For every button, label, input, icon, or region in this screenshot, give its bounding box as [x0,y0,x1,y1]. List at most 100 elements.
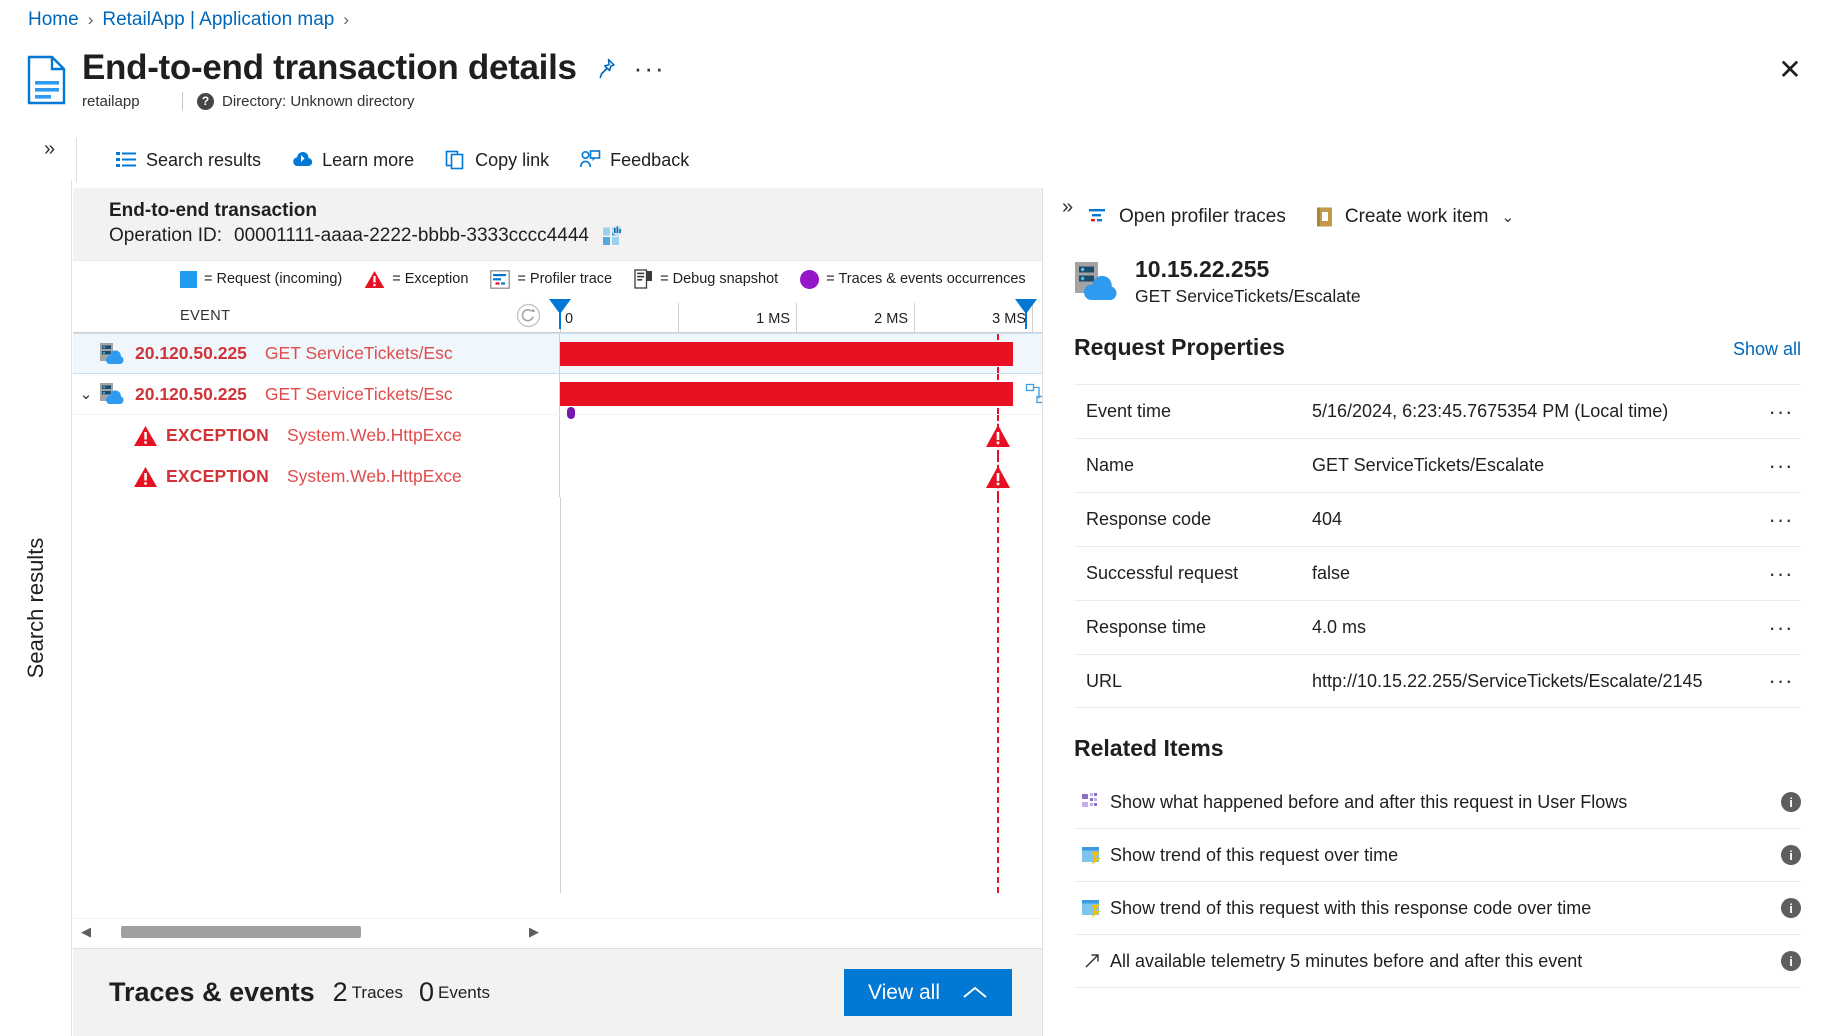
property-value: 4.0 ms [1312,617,1761,638]
scroll-left-arrow[interactable]: ◀ [73,924,99,940]
axis-tick-1ms: 1 MS [678,303,796,333]
details-entity-header: 10.15.22.255 GET ServiceTickets/Escalate [1074,256,1361,307]
reset-zoom-icon[interactable] [516,303,541,333]
search-results-side-tab[interactable]: Search results [0,180,72,1036]
operation-id-label: Operation ID: [109,225,222,247]
document-icon [26,55,70,105]
table-row: URL http://10.15.22.255/ServiceTickets/E… [1074,654,1801,708]
row-menu-button[interactable]: ··· [1761,399,1801,425]
expand-left-panel-button[interactable]: » [44,138,55,161]
details-pane: » Open profiler traces Create work item [1044,188,1829,1036]
info-icon[interactable]: i [1781,792,1801,812]
row-name: 20.120.50.225 [135,343,247,364]
info-icon[interactable]: i [1781,951,1801,971]
row-menu-button[interactable]: ··· [1761,615,1801,641]
row-menu-button[interactable]: ··· [1761,668,1801,694]
show-all-link[interactable]: Show all [1733,339,1801,360]
server-cloud-icon [1074,261,1119,303]
legend-item-snapshot: = Debug snapshot [634,269,778,289]
legend-label-request: = Request (incoming) [204,271,342,287]
list-item[interactable]: Show trend of this request over time i [1074,829,1801,882]
open-profiler-traces-button[interactable]: Open profiler traces [1088,206,1286,228]
table-row: Name GET ServiceTickets/Escalate ··· [1074,438,1801,492]
expand-details-button[interactable]: » [1062,196,1073,219]
horizontal-scrollbar[interactable]: ◀ ▶ [73,918,1042,944]
view-all-button[interactable]: View all [844,969,1012,1016]
related-item-label[interactable]: Show trend of this request over time [1110,845,1398,866]
details-entity-subtitle: GET ServiceTickets/Escalate [1135,286,1361,307]
chevron-up-icon [962,985,988,1001]
debug-snapshot-icon [634,269,653,289]
exception-marker-icon[interactable] [985,424,1011,448]
table-row[interactable]: EXCEPTION System.Web.HttpExce [73,415,1042,456]
more-options-button[interactable]: ··· [635,53,665,83]
info-icon[interactable]: i [1781,845,1801,865]
scrollbar-thumb[interactable] [121,926,361,938]
table-row: Response time 4.0 ms ··· [1074,600,1801,654]
related-item-label[interactable]: Show trend of this request with this res… [1110,898,1591,919]
copy-link-button[interactable]: Copy link [444,149,549,171]
exception-warning-icon [364,270,385,289]
table-row[interactable]: EXCEPTION System.Web.HttpExce [73,456,1042,497]
row-operation: GET ServiceTickets/Esc [265,343,453,364]
debug-snapshot-icon[interactable] [1025,383,1043,405]
row-menu-button[interactable]: ··· [1761,507,1801,533]
server-cloud-icon [99,382,125,406]
legend-label-profiler: = Profiler trace [517,271,612,287]
breadcrumb-item-application-map[interactable]: RetailApp | Application map [102,8,334,32]
exception-marker-icon[interactable] [985,465,1011,489]
legend-label-exception: = Exception [392,271,468,287]
property-key: Event time [1074,401,1312,422]
duration-bar[interactable] [560,382,1013,406]
pin-button[interactable] [591,53,621,83]
info-icon[interactable]: i [1781,898,1801,918]
view-all-label: View all [868,981,940,1005]
property-value: 404 [1312,509,1761,530]
legend-item-exception: = Exception [364,270,468,289]
create-work-item-button[interactable]: Create work item ⌄ [1314,206,1514,228]
breadcrumb-separator-2: › [343,8,349,32]
row-lane [560,415,1042,456]
blue-square-icon [180,271,197,288]
app-name-label: retailapp [82,93,182,110]
list-item[interactable]: Show what happened before and after this… [1074,776,1801,829]
events-count: 0 [419,977,434,1008]
related-item-label[interactable]: All available telemetry 5 minutes before… [1110,951,1582,972]
row-expander[interactable]: ⌄ [73,385,99,403]
breadcrumb-separator: › [88,8,94,32]
help-icon[interactable]: ? [197,93,214,110]
cloud-learn-icon [291,149,313,171]
scrollbar-track[interactable] [99,926,1042,938]
learn-more-button[interactable]: Learn more [291,149,414,171]
profiler-trace-icon [490,270,510,289]
timeline-range-end-marker[interactable] [1015,299,1037,314]
feedback-button[interactable]: Feedback [579,149,689,171]
list-item[interactable]: All available telemetry 5 minutes before… [1074,935,1801,988]
timeline-range-start-marker[interactable] [549,299,571,314]
related-item-label[interactable]: Show what happened before and after this… [1110,792,1627,813]
duration-bar[interactable] [560,342,1013,366]
related-items-header: Related Items [1074,735,1801,762]
table-row[interactable]: ⌄ 20.120.50.225 GET ServiceTickets/Esc [73,374,1042,415]
table-row[interactable]: 20.120.50.225 GET ServiceTickets/Esc [73,333,1042,374]
row-menu-button[interactable]: ··· [1761,453,1801,479]
row-menu-button[interactable]: ··· [1761,561,1801,587]
app-insights-icon[interactable] [601,225,623,247]
property-value: GET ServiceTickets/Escalate [1312,455,1761,476]
chevron-down-icon[interactable]: ⌄ [1501,208,1514,226]
legend-item-request: = Request (incoming) [180,271,342,288]
breadcrumb-item-home[interactable]: Home [28,8,79,32]
list-item[interactable]: Show trend of this request with this res… [1074,882,1801,935]
breadcrumb: Home › RetailApp | Application map › [28,8,349,32]
traces-and-events-footer: Traces & events 2 Traces 0 Events View a… [73,948,1042,1036]
timeline-axis: 0 1 MS 2 MS 3 MS [560,297,1042,333]
scroll-right-arrow[interactable]: ▶ [521,924,547,940]
close-button[interactable]: ✕ [1773,52,1807,86]
copy-icon [444,149,466,171]
search-results-button[interactable]: Search results [115,149,261,171]
details-command-bar: Open profiler traces Create work item ⌄ [1088,206,1514,228]
learn-more-label: Learn more [322,150,414,171]
user-flows-icon [1074,792,1110,812]
command-bar: Search results Learn more Copy link Fe [76,138,689,182]
open-profiler-traces-label: Open profiler traces [1119,206,1286,228]
